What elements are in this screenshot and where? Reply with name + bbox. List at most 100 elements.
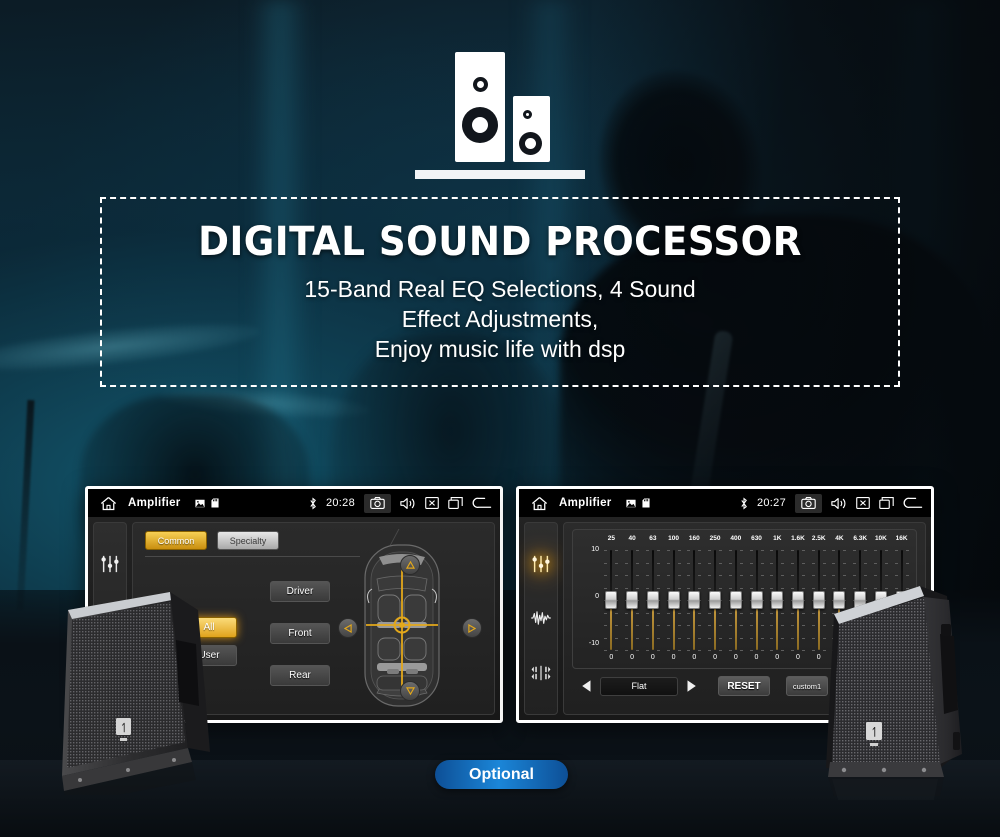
eq-track-lower [651,605,654,650]
speaker-pair-icon [455,52,550,167]
eq-track-upper [734,550,737,597]
svg-text:ᛐ: ᛐ [121,722,127,734]
eq-slider-handle[interactable] [791,591,804,609]
eq-band-slider[interactable] [601,548,622,652]
eq-band-label: 100 [668,535,679,542]
prev-triangle-icon[interactable] [580,679,594,693]
eq-track-lower [776,605,779,650]
position-button-front[interactable]: Front [270,623,330,644]
back-arrow-icon[interactable] [903,497,923,509]
eq-band-value: 0 [775,654,780,661]
eq-slider-handle[interactable] [709,591,722,609]
left-app-title: Amplifier [128,497,181,509]
right-clock: 20:27 [756,497,786,509]
right-statusbar-mini-icons [625,498,650,508]
eq-band-slider[interactable] [705,548,726,652]
eq-band-slider[interactable] [725,548,746,652]
eq-band-label: 250 [709,535,721,542]
eq-band-slider[interactable] [788,548,809,652]
eq-band-value: 0 [609,654,614,661]
eq-slider-handle[interactable] [750,591,763,609]
volume-icon[interactable] [400,497,416,510]
arrow-down-icon[interactable] [400,681,420,701]
tweeter-ring-large [473,77,488,92]
y-tick-mid: 0 [595,593,599,600]
home-icon[interactable] [519,496,559,511]
close-box-icon[interactable] [425,497,439,509]
eq-band-label: 1.6K [791,535,805,542]
eq-preset-name[interactable]: Flat [600,676,678,696]
optional-badge[interactable]: Optional [435,760,568,789]
arrow-right-icon[interactable] [462,618,482,638]
waveform-icon[interactable] [528,605,554,631]
left-statusbar-mini-icons [194,498,219,508]
eq-band-value: 0 [692,654,697,661]
camera-icon[interactable] [795,493,822,513]
eq-band-label: 400 [730,535,742,542]
eq-slider-handle[interactable] [771,591,784,609]
eq-track-lower [796,605,799,650]
next-triangle-icon[interactable] [684,679,698,693]
eq-track-upper [693,550,696,597]
y-tick-max: 10 [591,546,599,553]
eq-band-slider[interactable] [746,548,767,652]
eq-band-label: 6.3K [853,535,868,542]
bluetooth-icon [741,497,747,509]
eq-track-upper [755,550,758,597]
eq-slider-handle[interactable] [646,591,659,609]
eq-band-value: 0 [713,654,717,661]
recents-icon[interactable] [448,497,463,509]
mode-tabs: Common Specialty [145,531,279,550]
eq-band-label: 160 [688,535,700,542]
tab-common[interactable]: Common [145,531,207,550]
back-arrow-icon[interactable] [472,497,492,509]
equalizer-icon[interactable] [528,551,554,577]
position-button-driver[interactable]: Driver [270,581,330,602]
eq-track-upper [672,550,675,597]
eq-band-slider[interactable] [622,548,643,652]
eq-track-upper [796,550,799,597]
volume-icon[interactable] [831,497,847,510]
eq-band-slider[interactable] [767,548,788,652]
eq-track-lower [714,605,717,650]
eq-y-axis: 10 0 -10 [577,546,599,650]
recents-icon[interactable] [879,497,894,509]
eq-band-slider[interactable] [684,548,705,652]
home-icon[interactable] [88,496,128,511]
tweeter-ring-small [523,110,532,119]
close-box-icon[interactable] [856,497,870,509]
left-statusbar-right: 20:28 [309,493,500,513]
eq-slider-handle[interactable] [626,591,639,609]
arrow-left-icon[interactable] [338,618,358,638]
eq-band-value: 0 [796,654,800,661]
eq-slider-handle[interactable] [605,591,618,609]
arrow-up-icon[interactable] [400,555,420,575]
woofer-center-large [472,117,488,133]
eq-band-slider[interactable] [642,548,663,652]
position-button-rear[interactable]: Rear [270,665,330,686]
y-tick-min: -10 [588,640,599,647]
eq-track-lower [734,605,737,650]
eq-slider-handle[interactable] [688,591,701,609]
svg-text:ᛐ: ᛐ [871,727,877,739]
eq-band-label: 630 [751,535,762,542]
reset-button[interactable]: RESET [718,676,770,696]
sd-card-icon [210,498,219,508]
eq-slider-handle[interactable] [667,591,680,609]
eq-band-slider[interactable] [663,548,684,652]
eq-band-value: 0 [754,654,759,661]
eq-band-label: 25 [607,535,615,542]
image-icon [625,499,636,507]
eq-band-value: 0 [650,654,655,661]
equalizer-icon[interactable] [97,551,123,577]
sd-card-icon [641,498,650,508]
hero-text-box: DIGITAL SOUND PROCESSOR 15-Band Real EQ … [100,197,900,387]
speaker-left-3d: ᛐ [58,580,238,795]
eq-slider-handle[interactable] [729,591,742,609]
eq-track-lower [755,605,758,650]
balance-fader-icon[interactable] [528,660,554,686]
tab-specialty[interactable]: Specialty [217,531,279,550]
camera-icon[interactable] [364,493,391,513]
eq-track-upper [631,550,634,597]
title-underline-bar [415,170,585,179]
